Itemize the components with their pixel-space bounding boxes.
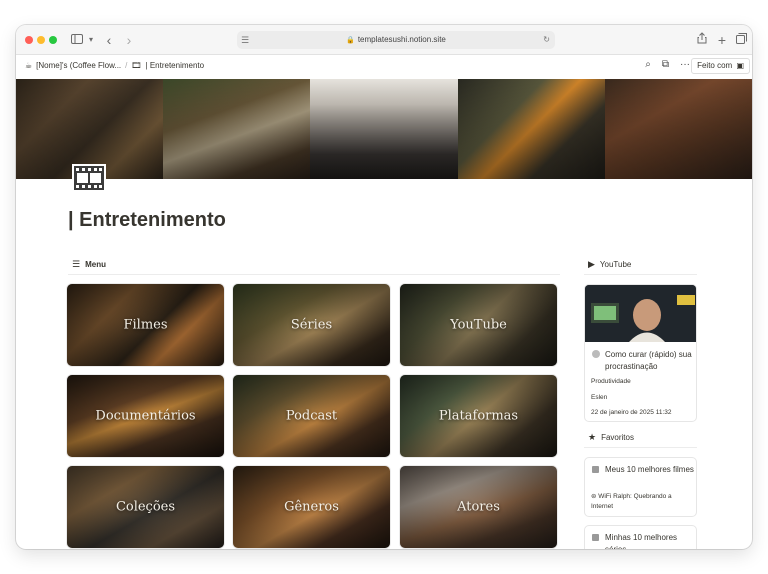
favorites-heading-label: Favoritos <box>601 433 634 442</box>
notion-topbar: ☕ [Nome]'s (Coffee Flow... / 🎞 | Entrete… <box>16 55 752 79</box>
forward-arrow-icon[interactable]: › <box>120 31 138 49</box>
menu-heading: ☰ Menu <box>72 259 106 270</box>
new-tab-icon[interactable]: + <box>713 31 731 49</box>
close-window-button[interactable] <box>25 36 33 44</box>
menu-card-label: Plataformas <box>438 408 519 424</box>
breadcrumb-current[interactable]: | Entretenimento <box>146 61 205 70</box>
film-icon: 🎞 <box>131 61 142 70</box>
youtube-heading-label: YouTube <box>599 260 632 269</box>
favorite-card[interactable]: Minhas 10 melhores séries <box>584 525 697 549</box>
chevron-down-icon[interactable]: ▾ <box>82 31 100 49</box>
back-arrow-icon[interactable]: ‹ <box>100 31 118 49</box>
star-icon: ★ <box>588 432 597 442</box>
address-bar[interactable]: ☰ 🔒 templatesushi.notion.site ↻ <box>237 31 555 49</box>
youtube-heading: ▶ YouTube <box>588 259 631 270</box>
page-icon <box>592 534 599 541</box>
page-title: | Entretenimento <box>68 209 226 231</box>
menu-card-generos[interactable]: Gêneros <box>233 466 390 548</box>
youtube-divider <box>584 274 697 275</box>
favorite-subtitle-text: WiFi Ralph: Quebrando a Internet <box>591 493 672 510</box>
menu-card-series[interactable]: Séries <box>233 284 390 366</box>
menu-card-label: YouTube <box>450 317 507 333</box>
play-circle-icon: ▶ <box>588 259 595 269</box>
cover-image-espresso-machine <box>310 79 458 179</box>
tabs-overview-icon[interactable] <box>732 31 750 49</box>
link-icon: ⊜ <box>591 493 597 500</box>
video-icon <box>592 350 600 358</box>
cover-image-living-room <box>604 79 752 179</box>
menu-card-colecoes[interactable]: Coleções <box>67 466 224 548</box>
video-channel: Eslen <box>591 394 608 401</box>
browser-toolbar: ▾ ‹ › ☰ 🔒 templatesushi.notion.site ↻ + <box>16 25 752 55</box>
menu-card-podcast[interactable]: Podcast <box>233 375 390 457</box>
list-icon: ☰ <box>72 259 81 269</box>
favorites-divider <box>584 447 697 448</box>
cover-image-record-player <box>163 79 311 179</box>
menu-card-label: Filmes <box>123 317 168 333</box>
browser-window: ▾ ‹ › ☰ 🔒 templatesushi.notion.site ↻ + ☕… <box>16 25 752 549</box>
duplicate-icon[interactable]: ⧉ <box>662 59 669 70</box>
made-with-label: Feito com <box>697 61 733 70</box>
share-icon[interactable] <box>693 31 711 49</box>
breadcrumb-separator: / <box>125 61 128 70</box>
minimize-window-button[interactable] <box>37 36 45 44</box>
coffee-icon: ☕ <box>25 61 33 70</box>
page-menu-icon[interactable]: ☰ <box>241 31 249 49</box>
video-title: Como curar (rápido) sua procrastinação <box>605 350 692 371</box>
breadcrumb-parent[interactable]: [Nome]'s (Coffee Flow... <box>36 61 121 70</box>
search-icon[interactable]: ⌕ <box>645 59 651 70</box>
page-cover <box>16 79 752 179</box>
zoom-window-button[interactable] <box>49 36 57 44</box>
favorite-title: Minhas 10 melhores séries <box>605 533 678 549</box>
favorites-heading: ★ Favoritos <box>588 432 634 443</box>
menu-card-label: Gêneros <box>284 499 339 515</box>
youtube-video-card[interactable]: Como curar (rápido) sua procrastinação P… <box>584 284 697 422</box>
url-text: templatesushi.notion.site <box>357 35 446 44</box>
breadcrumb: ☕ [Nome]'s (Coffee Flow... / 🎞 | Entrete… <box>25 61 204 70</box>
made-with-notion-button[interactable]: Feito com ▣ <box>691 58 750 74</box>
favorite-subtitle: ⊜ WiFi Ralph: Quebrando a Internet <box>591 492 695 512</box>
reload-icon[interactable]: ↻ <box>543 31 550 49</box>
favorite-card[interactable]: Meus 10 melhores filmes ⊜ WiFi Ralph: Qu… <box>584 457 697 517</box>
cover-image-computer <box>457 79 605 179</box>
notion-logo-icon: ▣ <box>736 61 744 70</box>
lock-icon: 🔒 <box>346 37 355 44</box>
menu-card-label: Documentários <box>95 408 196 424</box>
menu-card-label: Séries <box>290 317 333 333</box>
menu-card-filmes[interactable]: Filmes <box>67 284 224 366</box>
menu-card-label: Atores <box>457 499 500 515</box>
menu-card-plataformas[interactable]: Plataformas <box>400 375 557 457</box>
menu-divider <box>68 274 560 275</box>
film-strip-icon <box>72 164 106 192</box>
more-options-icon[interactable]: ··· <box>680 59 690 70</box>
video-date: 22 de janeiro de 2025 11:32 <box>591 409 672 416</box>
menu-heading-label: Menu <box>85 260 106 269</box>
video-category: Produtividade <box>591 378 631 385</box>
favorite-title: Meus 10 melhores filmes <box>605 465 694 474</box>
menu-card-documentarios[interactable]: Documentários <box>67 375 224 457</box>
page-icon <box>592 466 599 473</box>
menu-card-label: Podcast <box>285 408 338 424</box>
menu-card-atores[interactable]: Atores <box>400 466 557 548</box>
menu-card-label: Coleções <box>115 499 176 515</box>
video-thumbnail <box>585 285 696 342</box>
menu-card-youtube[interactable]: YouTube <box>400 284 557 366</box>
